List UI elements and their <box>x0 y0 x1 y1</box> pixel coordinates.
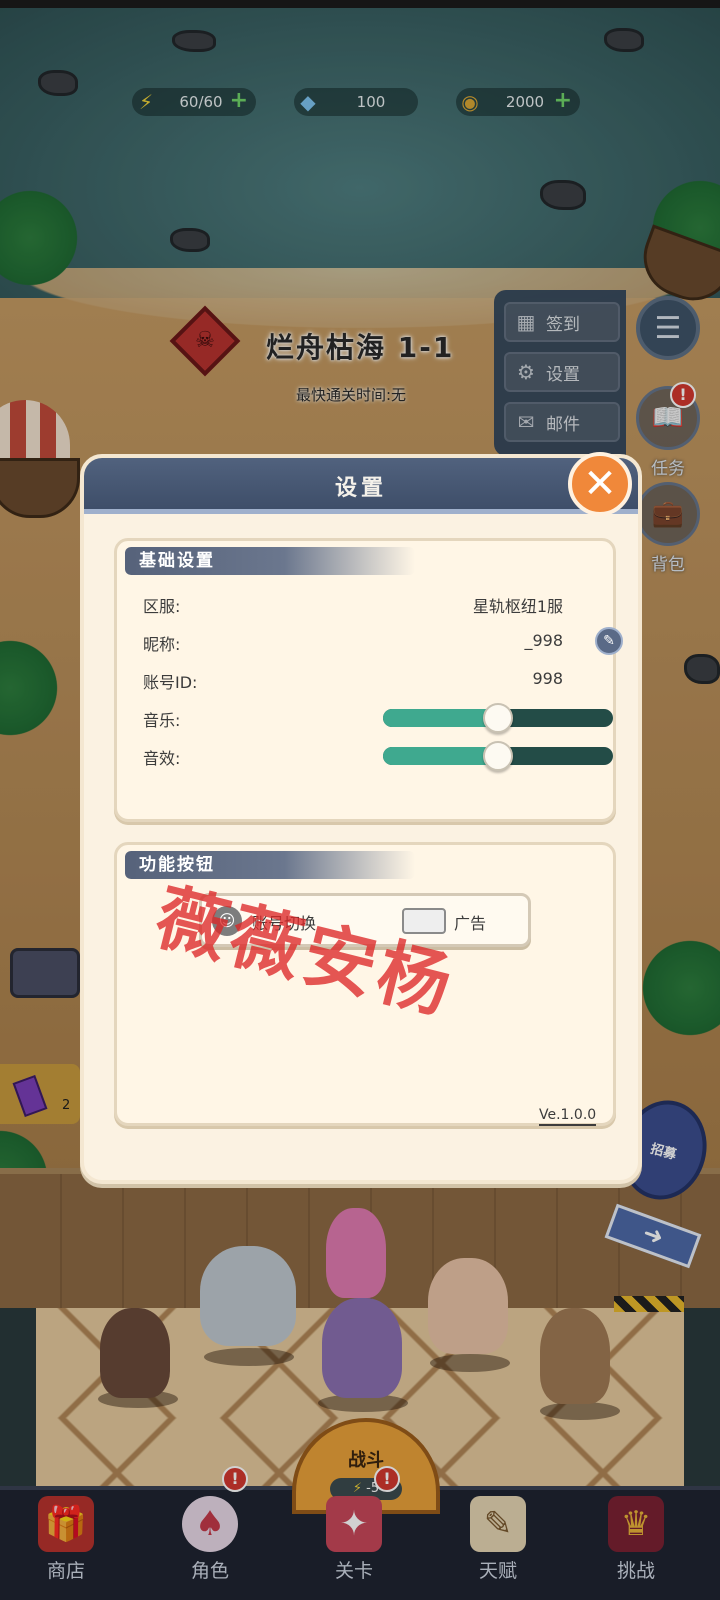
close-dialog-button[interactable]: ✕ <box>568 452 632 516</box>
server-value: 星轨枢纽1服 <box>472 597 563 616</box>
version-link[interactable]: Ve.1.0.0 <box>539 1107 597 1126</box>
dialog-title: 设置 <box>334 476 387 501</box>
pencil-icon: ✎ <box>603 633 615 649</box>
edit-nickname-button[interactable]: ✎ <box>595 627 623 655</box>
sfx-volume-knob[interactable] <box>483 741 513 771</box>
nickname-label: 昵称: <box>143 635 181 654</box>
sfx-label: 音效: <box>143 749 181 768</box>
music-volume-knob[interactable] <box>483 703 513 733</box>
basic-settings-title: 基础设置 <box>125 547 415 575</box>
account-id-label: 账号ID: <box>143 673 198 692</box>
music-label: 音乐: <box>143 711 181 730</box>
nickname-value: _998 <box>524 631 563 650</box>
sfx-volume-slider[interactable] <box>383 741 613 771</box>
server-label: 区服: <box>143 597 181 616</box>
account-id-value: 998 <box>532 669 563 688</box>
music-volume-slider[interactable] <box>383 703 613 733</box>
dialog-header: 设置 <box>84 458 638 514</box>
sfx-volume-fill <box>383 747 498 765</box>
basic-settings-section: 基础设置 区服: 星轨枢纽1服 昵称: _998 ✎ 账号ID: 998 音乐:… <box>114 538 623 822</box>
music-volume-fill <box>383 709 498 727</box>
settings-dialog: 设置 基础设置 区服: 星轨枢纽1服 昵称: _998 ✎ 账号ID: 998 … <box>80 454 642 1184</box>
close-icon: ✕ <box>583 461 617 507</box>
